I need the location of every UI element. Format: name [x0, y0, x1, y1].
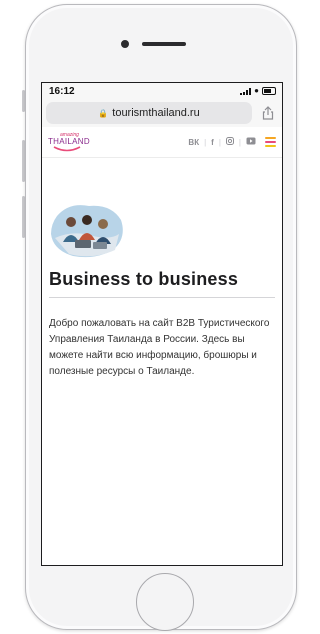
front-camera — [121, 40, 129, 48]
instagram-icon[interactable] — [225, 137, 234, 147]
share-icon[interactable] — [260, 105, 276, 121]
site-logo[interactable]: amazing THAILAND — [48, 132, 90, 152]
address-bar[interactable]: 🔒 tourismthailand.ru — [46, 102, 252, 124]
social-links: ВК | f | | — [188, 137, 276, 147]
separator: | — [238, 137, 241, 147]
vk-icon[interactable]: ВК — [188, 138, 199, 147]
facebook-icon[interactable]: f — [211, 138, 214, 147]
logo-wordmark: THAILAND — [48, 136, 90, 146]
battery-icon — [262, 87, 276, 95]
page-title: Business to business — [49, 269, 239, 289]
site-header: amazing THAILAND ВК | f | | — [42, 127, 282, 158]
separator: | — [204, 137, 207, 147]
wifi-icon: ● — [254, 86, 259, 95]
status-bar: 16:12 ● — [42, 83, 282, 99]
youtube-icon[interactable] — [246, 137, 256, 147]
hero-image — [51, 205, 123, 258]
separator: | — [218, 137, 221, 147]
signal-icon — [240, 87, 252, 95]
home-button[interactable] — [136, 573, 194, 631]
phone-screen: 16:12 ● 🔒 tourismthailand.ru amazing THA… — [41, 82, 283, 566]
status-time: 16:12 — [49, 85, 75, 97]
logo-swoosh — [53, 145, 81, 151]
url-text: tourismthailand.ru — [112, 107, 200, 119]
intro-text: Добро пожаловать на сайт B2B Туристическ… — [49, 318, 270, 377]
browser-toolbar: 🔒 tourismthailand.ru — [42, 99, 282, 127]
main-content: Business to business Добро пожаловать на… — [42, 158, 282, 380]
title-divider — [49, 297, 275, 298]
status-icons: ● — [240, 87, 276, 95]
earpiece-speaker — [142, 42, 186, 46]
lock-icon: 🔒 — [98, 108, 109, 118]
menu-icon[interactable] — [265, 137, 276, 147]
